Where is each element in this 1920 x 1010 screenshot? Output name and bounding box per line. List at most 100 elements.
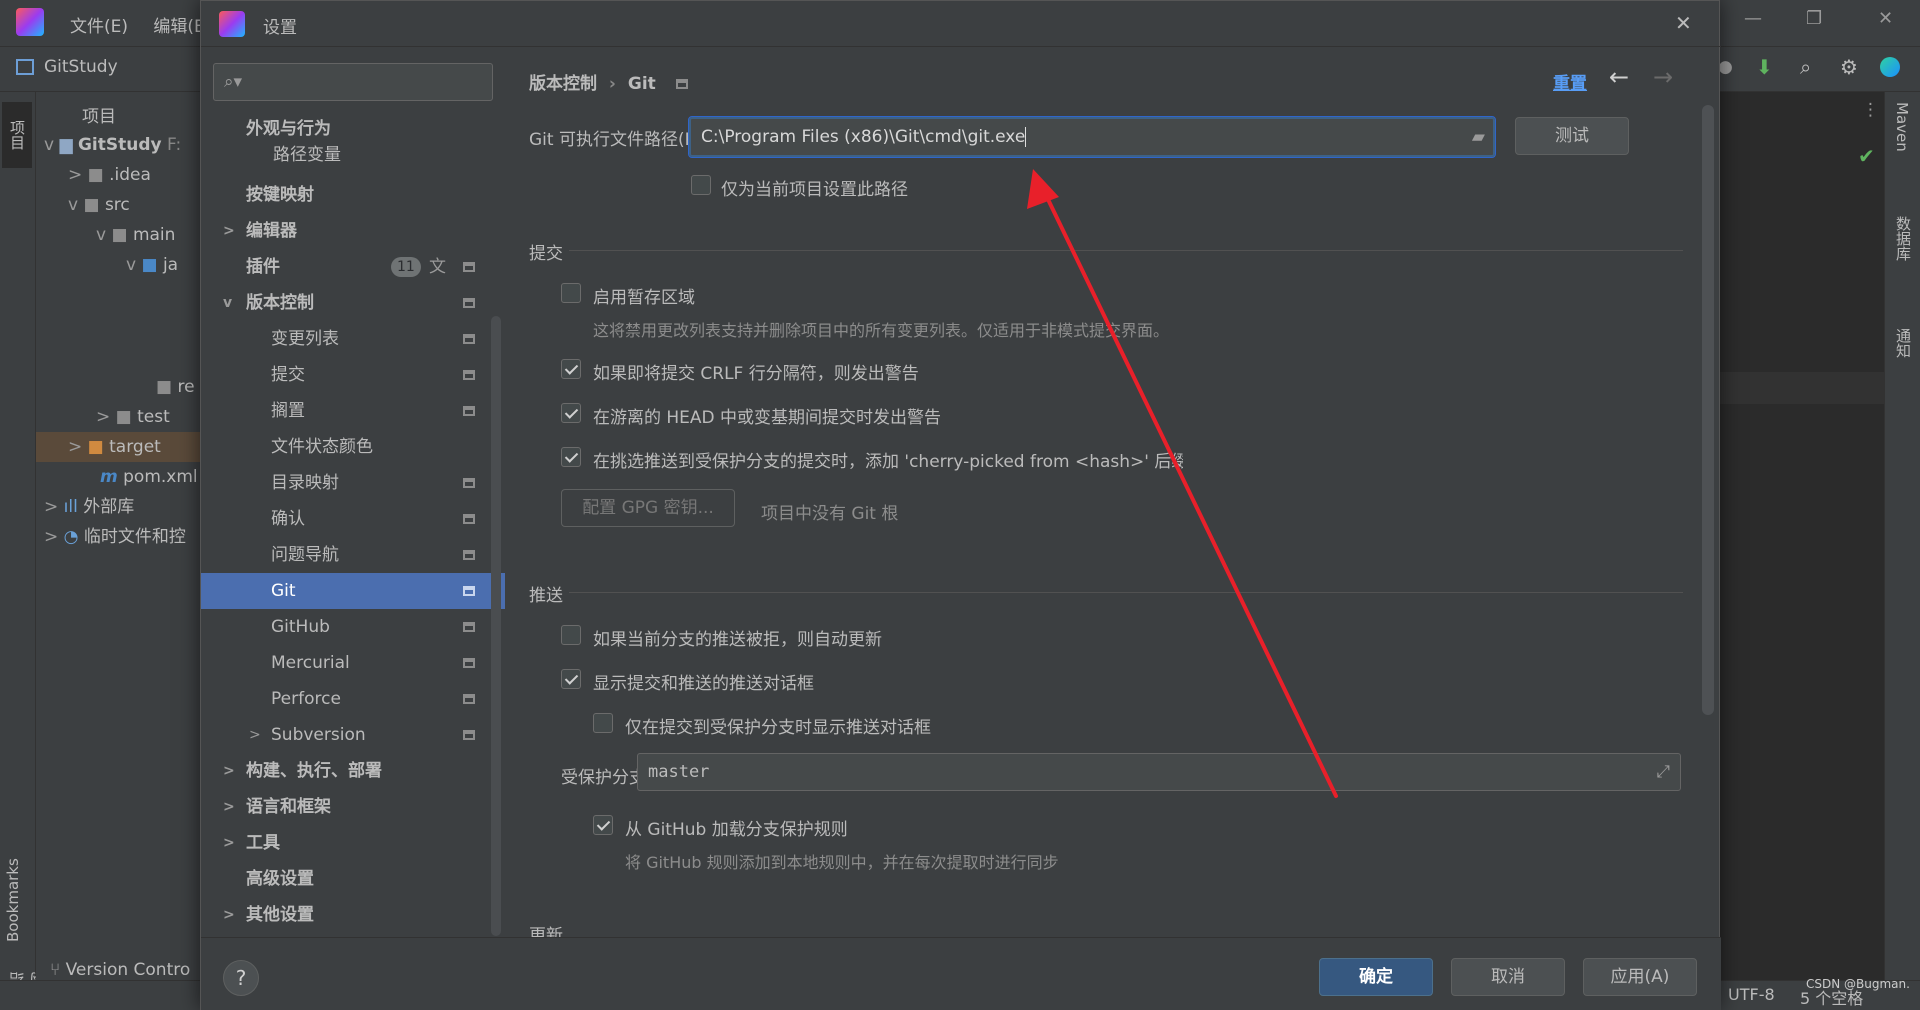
folder-open-icon[interactable]: ▰	[1472, 119, 1485, 155]
project-only-label[interactable]: 仅为当前项目设置此路径	[721, 175, 908, 200]
bookmarks-tool-button[interactable]: Bookmarks	[4, 822, 22, 942]
git-path-label: Git 可执行文件路径(P):	[529, 130, 708, 150]
auto-update-checkbox[interactable]	[561, 625, 581, 645]
sidebar-item-file-status-colors[interactable]: 文件状态颜色	[201, 429, 505, 465]
github-rules-desc: 将 GitHub 规则添加到本地规则中，并在每次提取时进行同步	[625, 853, 1059, 872]
detached-head-label[interactable]: 在游离的 HEAD 中或变基期间提交时发出警告	[593, 403, 941, 428]
project-tool-title: 项目	[82, 107, 116, 127]
sidebar-item-directory-mappings[interactable]: 目录映射	[201, 465, 505, 501]
sidebar-item-appearance[interactable]: 外观与行为	[201, 115, 505, 143]
apply-button[interactable]: 应用(A)	[1583, 958, 1697, 996]
sidebar-item-path-variables[interactable]: 路径变量	[201, 141, 505, 169]
sidebar-item-vcs[interactable]: v 版本控制	[201, 285, 505, 321]
restore-icon[interactable]: ❐	[1806, 8, 1822, 29]
ide-right-toolbar: Maven 数据库 通知	[1884, 92, 1920, 980]
breadcrumb-vcs[interactable]: 版本控制	[529, 74, 597, 94]
tree-item-pom[interactable]: m pom.xml	[100, 462, 198, 492]
project-name[interactable]: GitStudy	[44, 57, 118, 77]
staging-checkbox[interactable]	[561, 283, 581, 303]
minimize-icon[interactable]: —	[1744, 8, 1762, 29]
github-rules-checkbox[interactable]	[593, 815, 613, 835]
tree-item-java[interactable]: v ■ ja	[126, 250, 178, 280]
notifications-tool-button[interactable]: 通知	[1893, 328, 1914, 358]
protected-only-label[interactable]: 仅在提交到受保护分支时显示推送对话框	[625, 713, 931, 738]
sidebar-item-tools[interactable]: > 工具	[201, 825, 505, 861]
protected-branches-input[interactable]: master ⤢	[637, 753, 1681, 791]
sidebar-item-git[interactable]: Git	[201, 573, 505, 609]
sidebar-item-languages[interactable]: > 语言和框架	[201, 789, 505, 825]
sidebar-item-confirmation[interactable]: 确认	[201, 501, 505, 537]
settings-sidebar: ⌕▾ 外观与行为 路径变量 按键映射 > 编辑器 插件 11 文 v 版本控制 变更…	[201, 47, 505, 937]
back-arrow-icon[interactable]: ←	[1609, 63, 1629, 91]
auto-update-label[interactable]: 如果当前分支的推送被拒，则自动更新	[593, 625, 882, 650]
staging-label[interactable]: 启用暂存区域	[593, 283, 695, 308]
plugin-icon[interactable]	[1880, 57, 1900, 77]
tree-item-resources[interactable]: ■ re	[156, 372, 195, 402]
tree-item-idea[interactable]: > ■ .idea	[68, 160, 151, 190]
sidebar-item-shelf[interactable]: 搁置	[201, 393, 505, 429]
options-icon[interactable]: ⋮	[1862, 100, 1879, 120]
project-level-icon	[463, 478, 475, 488]
show-push-dialog-checkbox[interactable]	[561, 669, 581, 689]
project-tool-button[interactable]: 项目	[2, 102, 32, 168]
crlf-checkbox[interactable]	[561, 359, 581, 379]
ok-button[interactable]: 确定	[1319, 958, 1433, 996]
ide-left-toolbar: 项目 Bookmarks 结构	[0, 92, 47, 987]
crlf-label[interactable]: 如果即将提交 CRLF 行分隔符，则发出警告	[593, 359, 919, 384]
tree-item-libraries[interactable]: > ıll 外部库	[44, 492, 134, 522]
tree-item-main[interactable]: v ■ main	[96, 220, 175, 250]
sidebar-item-changelists[interactable]: 变更列表	[201, 321, 505, 357]
git-settings-panel: 版本控制 › Git 重置 ← → Git 可执行文件路径(P): C:\Pro…	[505, 47, 1703, 946]
tree-item-target[interactable]: > ■ target	[36, 432, 200, 462]
sidebar-item-perforce[interactable]: Perforce	[201, 681, 505, 717]
content-scrollbar[interactable]	[1702, 105, 1714, 715]
tree-item-src[interactable]: v ■ src	[68, 190, 130, 220]
menu-file[interactable]: 文件(E)	[70, 17, 128, 37]
menu-edit[interactable]: 编辑(E	[153, 17, 204, 37]
version-control-tool[interactable]: ⑂ Version Contro	[50, 960, 190, 980]
cherry-pick-label[interactable]: 在挑选推送到受保护分支的提交时，添加 'cherry-picked from <…	[593, 447, 1183, 472]
sidebar-item-other[interactable]: > 其他设置	[201, 897, 505, 933]
project-level-icon	[463, 406, 475, 416]
sidebar-item-mercurial[interactable]: Mercurial	[201, 645, 505, 681]
reset-link[interactable]: 重置	[1553, 69, 1587, 94]
sidebar-scrollbar[interactable]	[491, 316, 501, 936]
sidebar-item-plugins[interactable]: 插件 11 文	[201, 249, 505, 285]
commit-separator	[569, 250, 1683, 251]
sidebar-item-build[interactable]: > 构建、执行、部署	[201, 753, 505, 789]
detached-head-checkbox[interactable]	[561, 403, 581, 423]
protected-only-checkbox[interactable]	[593, 713, 613, 733]
settings-search-input[interactable]: ⌕▾	[213, 63, 493, 101]
translate-icon: 文	[429, 257, 446, 277]
gear-icon[interactable]: ⚙	[1840, 55, 1858, 79]
status-encoding[interactable]: UTF-8	[1728, 985, 1775, 1004]
sidebar-item-github[interactable]: GitHub	[201, 609, 505, 645]
test-button[interactable]: 测试	[1515, 117, 1629, 155]
tree-item-test[interactable]: > ■ test	[96, 402, 170, 432]
show-push-dialog-label[interactable]: 显示提交和推送的推送对话框	[593, 669, 814, 694]
dialog-close-icon[interactable]: ✕	[1675, 11, 1692, 35]
search-icon[interactable]: ⌕	[1800, 55, 1811, 79]
sidebar-item-advanced[interactable]: 高级设置	[201, 861, 505, 897]
project-only-checkbox[interactable]	[691, 175, 711, 195]
help-icon[interactable]: ?	[223, 960, 259, 996]
sidebar-item-commit[interactable]: 提交	[201, 357, 505, 393]
github-rules-label[interactable]: 从 GitHub 加载分支保护规则	[625, 815, 848, 840]
sidebar-item-keymap[interactable]: 按键映射	[201, 177, 505, 213]
close-window-icon[interactable]: ✕	[1878, 8, 1893, 29]
sidebar-item-editor[interactable]: > 编辑器	[201, 213, 505, 249]
cherry-pick-checkbox[interactable]	[561, 447, 581, 467]
database-tool-button[interactable]: 数据库	[1893, 216, 1914, 261]
tree-item-gitstudy[interactable]: v ▆ GitStudy F:	[44, 130, 181, 160]
tree-item-scratches[interactable]: > ◔ 临时文件和控	[44, 522, 186, 552]
download-icon[interactable]: ⬇	[1756, 55, 1773, 79]
git-path-input[interactable]: C:\Program Files (x86)\Git\cmd\git.exe ▰	[688, 116, 1496, 158]
user-icon[interactable]: ●	[1718, 57, 1733, 77]
expand-icon[interactable]: ⤢	[1656, 754, 1670, 790]
cancel-button[interactable]: 取消	[1451, 958, 1565, 996]
sidebar-item-subversion[interactable]: > Subversion	[201, 717, 505, 753]
no-git-root-label: 项目中没有 Git 根	[761, 504, 899, 524]
maven-tool-button[interactable]: Maven	[1893, 102, 1911, 152]
project-tree: 项目 v ▆ GitStudy F: > ■ .idea v ■ src v ■…	[36, 92, 200, 980]
sidebar-item-issue-navigation[interactable]: 问题导航	[201, 537, 505, 573]
